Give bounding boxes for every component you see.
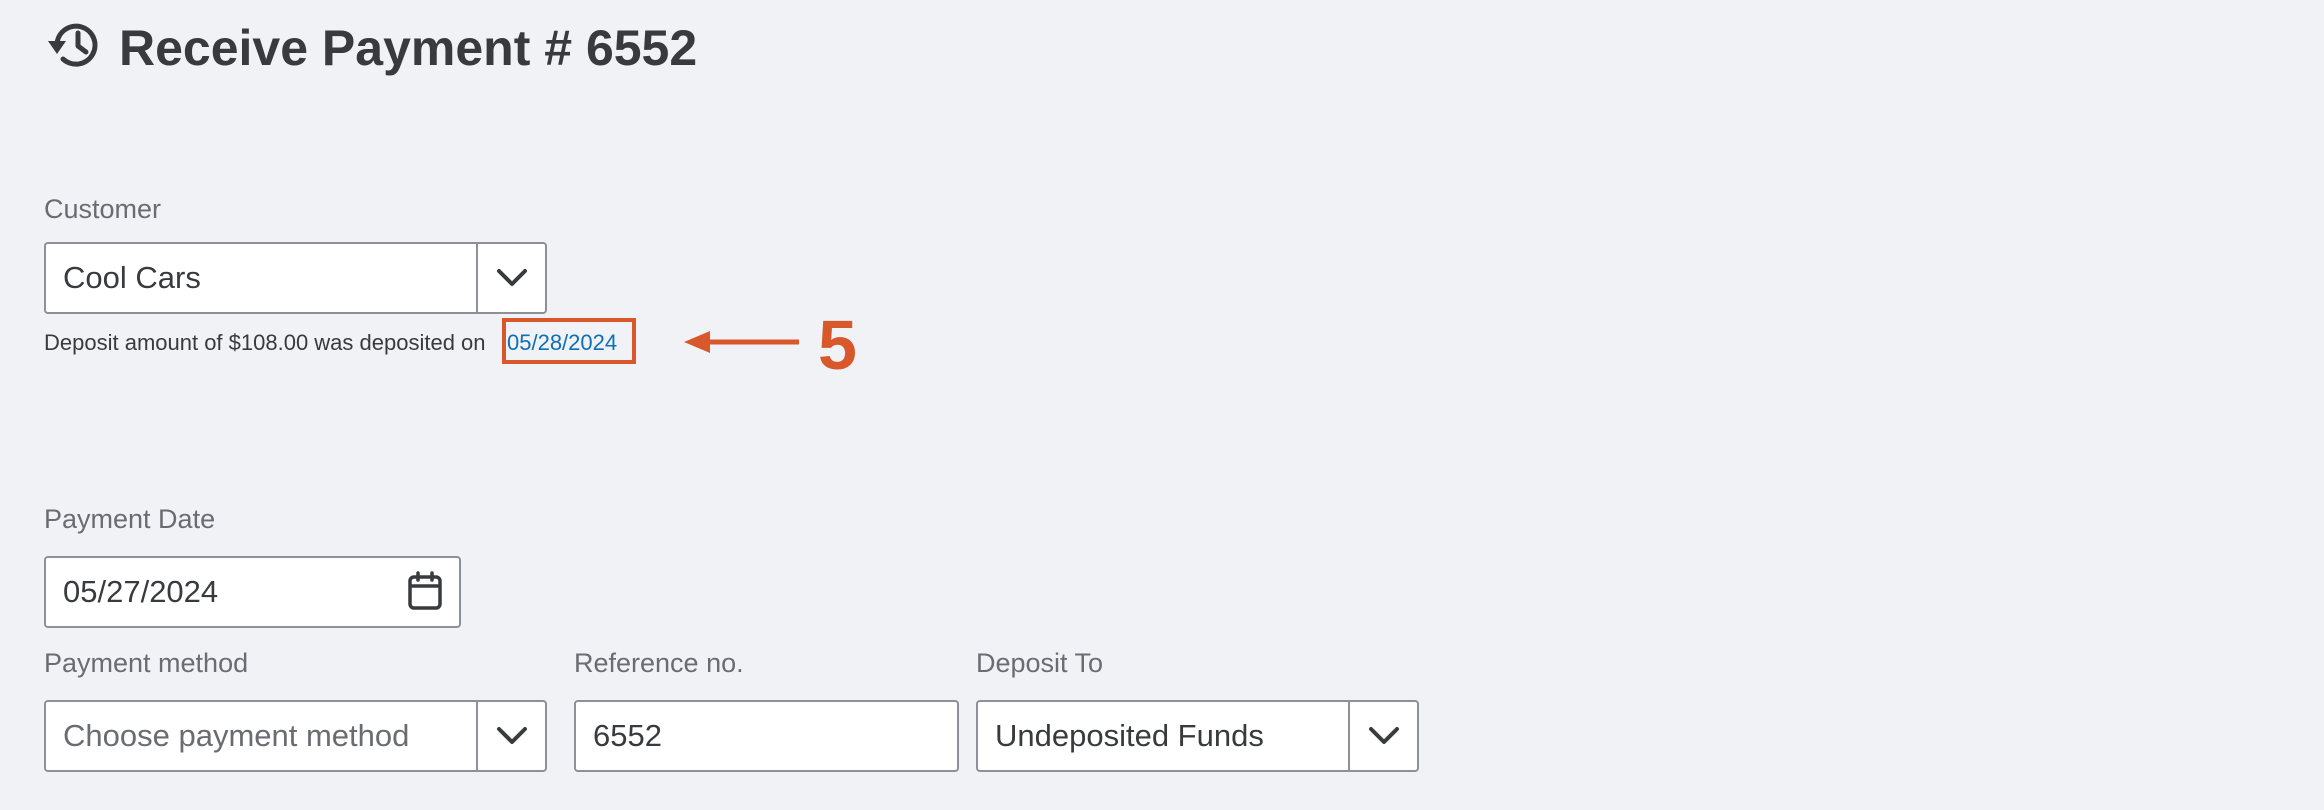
payment-method-placeholder: Choose payment method (63, 718, 410, 753)
deposit-note: Deposit amount of $108.00 was deposited … (44, 330, 486, 355)
page-title: Receive Payment # 6552 (119, 20, 698, 76)
customer-label: Customer (44, 194, 162, 224)
deposit-to-value: Undeposited Funds (995, 718, 1264, 753)
reference-label: Reference no. (574, 648, 744, 678)
annotation-highlight-box (502, 318, 636, 364)
payment-date-field[interactable]: 05/27/2024 (44, 556, 461, 628)
payment-date-value: 05/27/2024 (63, 574, 219, 609)
payment-date-label: Payment Date (44, 504, 216, 534)
customer-dropdown[interactable]: Cool Cars (44, 242, 547, 314)
payment-method-label: Payment method (44, 648, 249, 678)
reference-input[interactable]: 6552 (574, 700, 959, 772)
chevron-down-icon[interactable] (1350, 702, 1417, 770)
deposit-to-label: Deposit To (976, 648, 1104, 678)
annotation-arrow (684, 327, 802, 362)
deposit-to-dropdown[interactable]: Undeposited Funds (976, 700, 1419, 772)
chevron-down-icon[interactable] (478, 702, 545, 770)
annotation-number: 5 (818, 306, 857, 384)
chevron-down-icon[interactable] (478, 244, 545, 312)
calendar-icon[interactable] (407, 571, 443, 616)
reference-value: 6552 (593, 718, 662, 753)
customer-value: Cool Cars (63, 260, 201, 295)
history-icon[interactable] (44, 14, 106, 76)
payment-method-dropdown[interactable]: Choose payment method (44, 700, 547, 772)
